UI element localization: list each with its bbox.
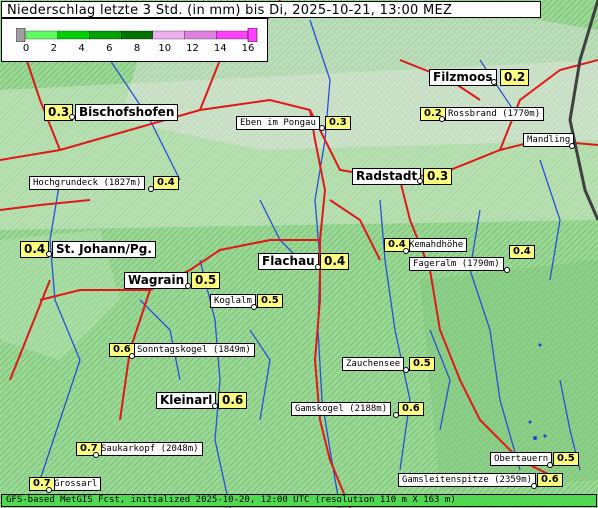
- legend-tick: 10: [158, 43, 172, 54]
- legend-tick: 2: [50, 43, 57, 54]
- legend-swatch: [16, 28, 26, 42]
- location-marker-icon: [547, 462, 553, 468]
- location-marker-icon: [46, 487, 52, 493]
- precipitation-legend: 0 2 4 6 8 10 12 14 16: [1, 18, 268, 62]
- legend-swatch: [25, 30, 58, 40]
- place-label-saukarkopf-2048m: Saukarkopf (2048m): [97, 442, 203, 456]
- place-label-flachau: Flachau: [258, 253, 319, 270]
- place-label-filzmoos: Filzmoos: [429, 69, 497, 86]
- legend-swatch: [216, 30, 249, 40]
- location-marker-icon: [251, 304, 257, 310]
- location-marker-icon: [212, 403, 218, 409]
- place-label-bischofshofen: Bischofshofen: [75, 104, 179, 121]
- legend-tick: 14: [213, 43, 227, 54]
- location-marker-icon: [439, 116, 445, 122]
- location-marker-icon: [148, 186, 154, 192]
- location-marker-icon: [46, 251, 52, 257]
- location-marker-icon: [319, 125, 325, 131]
- location-marker-icon: [185, 283, 191, 289]
- place-label-hochgrundeck-1827m: Hochgrundeck (1827m): [29, 176, 146, 190]
- legend-tick: 8: [133, 43, 141, 54]
- legend-swatch: [152, 30, 185, 40]
- legend-tick: 6: [106, 43, 113, 54]
- precip-value-zauchensee: 0.5: [409, 357, 435, 371]
- precip-value-st-johann-pg: 0.4: [20, 241, 50, 258]
- precip-value-flachau: 0.4: [320, 253, 350, 270]
- location-marker-icon: [129, 353, 135, 359]
- precip-value-koglalm: 0.5: [257, 294, 283, 308]
- location-marker-icon: [403, 367, 409, 373]
- legend-tick: 12: [186, 43, 199, 54]
- location-marker-icon: [93, 452, 99, 458]
- location-marker-icon: [504, 267, 510, 273]
- precip-value-fageralm-1790m: 0.4: [509, 245, 535, 259]
- legend-swatch: [247, 28, 258, 42]
- location-marker-icon: [403, 248, 409, 254]
- place-label-radstadt: Radstadt: [352, 168, 422, 185]
- place-label-st-johann-pg: St. Johann/Pg.: [52, 241, 156, 258]
- precip-value-eben-im-pongau: 0.3: [325, 116, 351, 130]
- location-marker-icon: [531, 483, 537, 489]
- precip-value-hochgrundeck-1827m: 0.4: [153, 176, 179, 190]
- forecast-footer: GFS-based MetGIS Fcst, initialized 2025-…: [1, 494, 597, 507]
- legend-swatch: [184, 30, 217, 40]
- legend-tick-labels: 0 2 4 6 8 10 12 14 16: [2, 43, 269, 59]
- precip-value-gamskogel-2188m: 0.6: [398, 402, 424, 416]
- precip-value-filzmoos: 0.2: [500, 69, 530, 86]
- legend-swatch: [120, 30, 154, 40]
- place-label-mandling: Mandling: [523, 133, 575, 147]
- place-label-wagrain: Wagrain: [124, 272, 189, 289]
- legend-swatch: [57, 30, 90, 40]
- map-title: Niederschlag letzte 3 Std. (in mm) bis D…: [1, 1, 541, 18]
- precip-value-gamsleitenspitze-2359m: 0.6: [537, 473, 563, 487]
- place-label-zauchensee: Zauchensee: [342, 357, 405, 371]
- place-label-rossbrand-1770m: Rossbrand (1770m): [444, 107, 545, 121]
- location-marker-icon: [569, 143, 575, 149]
- precip-value-kleinarl: 0.6: [218, 392, 248, 409]
- place-label-gamsleitenspitze-2359m: Gamsleitenspitze (2359m): [398, 473, 537, 487]
- place-label-kleinarl: Kleinarl: [156, 392, 217, 409]
- place-label-grossarl: Grossarl: [50, 477, 102, 491]
- location-marker-icon: [417, 178, 423, 184]
- legend-tick: 0: [22, 43, 30, 54]
- place-label-koglalm: Koglalm: [210, 294, 256, 308]
- legend-tick: 4: [78, 43, 85, 54]
- place-label-eben-im-pongau: Eben im Pongau: [236, 116, 320, 130]
- precip-value-wagrain: 0.5: [191, 272, 221, 289]
- place-label-fageralm-1790m: Fageralm (1790m): [409, 257, 504, 271]
- place-label-kemahdh-he: Kemahdhöhe: [405, 238, 468, 252]
- legend-tick: 16: [241, 43, 255, 54]
- location-marker-icon: [491, 79, 497, 85]
- precipitation-map: Niederschlag letzte 3 Std. (in mm) bis D…: [0, 0, 598, 508]
- place-label-obertauern: Obertauern: [490, 452, 553, 466]
- location-marker-icon: [315, 264, 321, 270]
- place-label-sonntagskogel-1849m: Sonntagskogel (1849m): [133, 343, 255, 357]
- legend-swatch: [89, 30, 122, 40]
- place-label-gamskogel-2188m: Gamskogel (2188m): [291, 402, 392, 416]
- legend-color-scale: [16, 28, 258, 42]
- location-marker-icon: [69, 114, 75, 120]
- precip-value-radstadt: 0.3: [423, 168, 453, 185]
- location-marker-icon: [393, 412, 399, 418]
- precip-value-obertauern: 0.5: [553, 452, 579, 466]
